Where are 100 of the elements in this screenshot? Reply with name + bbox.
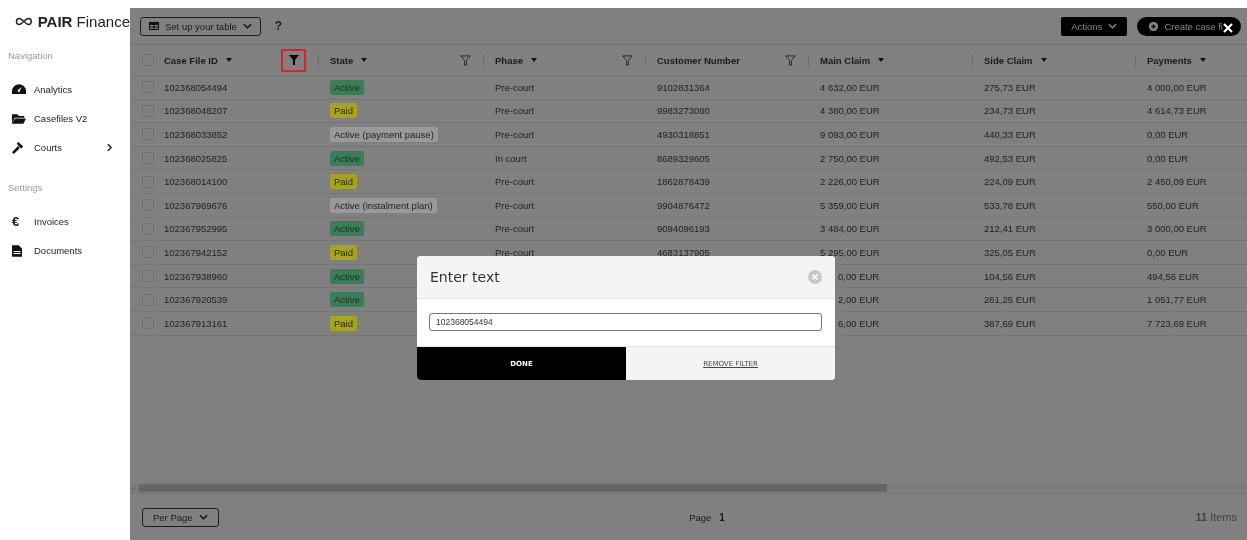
table-cell: Pre-court (495, 81, 535, 93)
table-cell: 1862878439 (657, 176, 710, 188)
state-badge: Paid (330, 174, 357, 190)
table-cell: 234,73 EUR (984, 105, 1036, 117)
help-link[interactable]: ? (274, 19, 283, 33)
column-header[interactable]: Customer Number (657, 54, 740, 66)
column-header[interactable]: State (330, 54, 354, 66)
sort-caret-icon[interactable] (225, 58, 232, 62)
nav-item[interactable]: Courts (0, 133, 130, 162)
table-cell: 102368025825 (164, 152, 228, 164)
table-cell: 102367952995 (164, 223, 228, 235)
table-cell: In court (495, 152, 527, 164)
table-cell: 0,00 EUR (838, 270, 880, 282)
table-cell: 224,09 EUR (984, 176, 1036, 188)
table-cell: 9904876472 (657, 199, 710, 211)
active-filter-button[interactable] (281, 48, 306, 72)
state-badge: Active (330, 221, 364, 237)
state-badge: Active (330, 268, 364, 284)
filter-icon[interactable] (785, 54, 796, 66)
table-cell: 7 723,69 EUR (1147, 317, 1207, 329)
table-cell: 325,05 EUR (984, 246, 1036, 258)
state-badge: Paid (330, 244, 357, 260)
table-cell: 494,56 EUR (1147, 270, 1199, 282)
state-badge: Active (instalment plan) (330, 197, 437, 213)
filter-icon[interactable] (622, 54, 633, 66)
table-cell: 440,33 EUR (984, 129, 1036, 140)
table-cell: 4 000,00 EUR (1147, 81, 1207, 93)
column-header[interactable]: Phase (495, 54, 523, 66)
setup-table-button[interactable]: Set up your table (140, 16, 261, 36)
state-badge: Active (330, 79, 364, 95)
sort-caret-icon[interactable] (878, 58, 885, 62)
create-case-file-button[interactable]: Create case fi (1137, 16, 1241, 36)
item-count: 11 Items (1195, 511, 1237, 523)
table-cell: 2,00 EUR (838, 294, 880, 306)
table-cell: 104,56 EUR (984, 270, 1036, 282)
sort-caret-icon[interactable] (1199, 58, 1206, 62)
table-cell: 0,00 EUR (1147, 129, 1189, 140)
page-number[interactable]: 1 (719, 511, 725, 523)
table-cell: 1 051,77 EUR (1147, 294, 1207, 306)
chevron-right-icon (107, 144, 112, 151)
table-cell: 4 380,00 EUR (820, 105, 880, 117)
scrollbar-thumb[interactable] (139, 484, 887, 492)
table-cell: 0,00 EUR (1147, 246, 1189, 258)
nav-item[interactable]: Analytics (0, 75, 130, 104)
section-title: Navigation (7, 50, 54, 61)
table-cell: 102367938960 (164, 270, 228, 282)
section-title: Settings (7, 182, 44, 193)
table-cell: Pre-court (495, 105, 535, 117)
table-cell: 9 093,00 EUR (820, 129, 880, 140)
column-header[interactable]: Payments (1147, 54, 1192, 66)
nav-item[interactable]: Casefiles V2 (0, 104, 130, 133)
state-badge: Paid (330, 315, 357, 331)
gauge-icon (12, 84, 26, 95)
filter-icon[interactable] (460, 54, 471, 66)
close-icon[interactable] (1223, 22, 1233, 33)
table-cell: 0,00 EUR (1147, 152, 1189, 164)
table-cell: 102368033852 (164, 129, 228, 140)
table-cell: 102368014100 (164, 176, 228, 188)
nav-item[interactable]: Documents (0, 236, 130, 265)
table-cell: 4 632,00 EUR (820, 81, 880, 93)
sort-caret-icon[interactable] (361, 58, 368, 62)
table-cell: 261,25 EUR (984, 294, 1036, 306)
table-cell: 4683137905 (657, 246, 710, 258)
sort-caret-icon[interactable] (1040, 58, 1047, 62)
chevron-down-icon (198, 514, 208, 520)
table-cell: Pre-court (495, 176, 535, 188)
euro-icon: € (12, 215, 20, 228)
per-page-button[interactable]: Per Page (142, 507, 219, 527)
table-cell: 102368048207 (164, 105, 228, 117)
table-cell: 492,53 EUR (984, 152, 1036, 164)
table-cell: 6,00 EUR (838, 317, 880, 329)
folder-icon (12, 113, 26, 124)
table-cell: 2 226,00 EUR (820, 176, 880, 188)
dialog-title: Enter text (430, 269, 500, 285)
filter-text-field[interactable]: 102368054494 (429, 313, 822, 331)
table-cell: 275,73 EUR (984, 81, 1036, 93)
table-cell: 102367913161 (164, 317, 228, 329)
column-header[interactable]: Case File ID (164, 54, 218, 66)
chevron-down-icon (1108, 23, 1118, 29)
table-cell: 2 450,09 EUR (1147, 176, 1207, 188)
chevron-down-icon (242, 23, 252, 29)
sort-caret-icon[interactable] (531, 58, 537, 62)
table-cell: 4 614,73 EUR (1147, 105, 1207, 117)
table-cell: 3 484,00 EUR (820, 223, 880, 235)
table-cell: 4930318851 (657, 129, 710, 140)
actions-button[interactable]: Actions (1061, 16, 1128, 36)
table-cell: 9102831364 (657, 81, 710, 93)
table-cell: Pre-court (495, 199, 535, 211)
nav-item[interactable]: € Invoices (0, 207, 130, 236)
column-header[interactable]: Main Claim (820, 54, 871, 66)
plus-circle-icon (1149, 21, 1159, 31)
table-cell: 9094096193 (657, 223, 710, 235)
gavel-icon (12, 141, 25, 154)
state-badge: Paid (330, 103, 357, 119)
table-cell: 9983273080 (657, 105, 710, 117)
column-header[interactable]: Side Claim (984, 54, 1033, 66)
state-badge: Active (330, 150, 364, 166)
table-cell: 2 750,00 EUR (820, 152, 880, 164)
page-label: Page (689, 511, 712, 523)
table-cell: Pre-court (495, 246, 535, 258)
